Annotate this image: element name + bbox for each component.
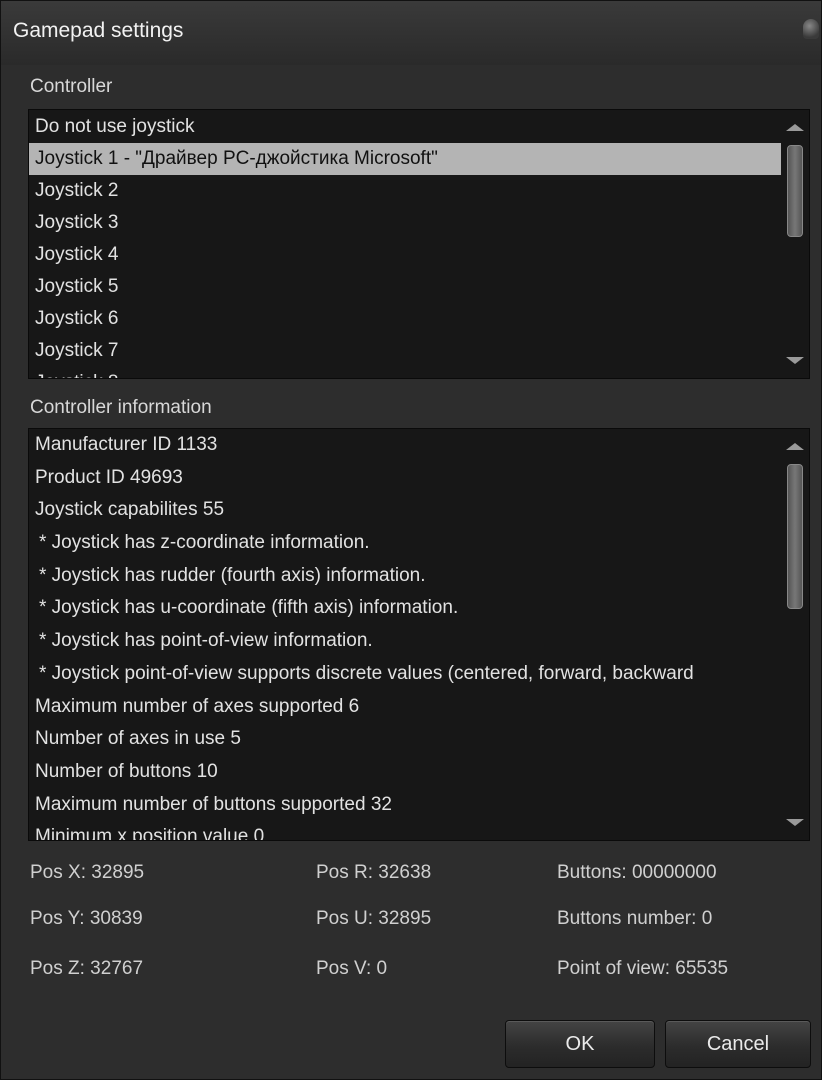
- info-line: Manufacturer ID 1133: [35, 434, 218, 455]
- buttons-number-value: Buttons number: 0: [557, 908, 713, 929]
- list-item[interactable]: Joystick 2: [29, 175, 781, 207]
- list-item[interactable]: Joystick 4: [29, 239, 781, 271]
- pos-r-value: Pos R: 32638: [316, 862, 432, 883]
- window-title: Gamepad settings: [13, 19, 184, 42]
- list-item[interactable]: Joystick 3: [29, 207, 781, 239]
- ok-button[interactable]: OK: [505, 1020, 655, 1068]
- scroll-down-arrow-icon[interactable]: [786, 819, 804, 826]
- point-of-view-value: Point of view: 65535: [557, 958, 729, 979]
- info-line: * Joystick point-of-view supports discre…: [39, 662, 694, 684]
- info-line: * Joystick has point-of-view information…: [39, 630, 373, 652]
- info-line: Product ID 49693: [35, 466, 183, 488]
- pos-y-value: Pos Y: 30839: [30, 908, 143, 929]
- pos-v-value: Pos V: 0: [316, 958, 388, 979]
- list-item[interactable]: Do not use joystick: [29, 111, 781, 143]
- info-line: Joystick capabilites 55: [35, 499, 225, 521]
- info-line: Number of buttons 10: [35, 760, 218, 782]
- info-line: * Joystick has z-coordinate information.: [39, 532, 370, 554]
- list-item[interactable]: Joystick 8: [29, 367, 781, 378]
- controller-info-scrollbar[interactable]: [781, 429, 809, 840]
- controller-info-label: Controller information: [30, 397, 212, 418]
- scroll-thumb[interactable]: [787, 145, 803, 237]
- controller-listbox[interactable]: Do not use joystick Joystick 1 - "Драйве…: [28, 109, 810, 379]
- pos-z-value: Pos Z: 32767: [30, 958, 144, 979]
- controller-info-list: Manufacturer ID 1133 Product ID 49693 Jo…: [29, 429, 781, 840]
- scroll-down-arrow-icon[interactable]: [786, 357, 804, 364]
- scroll-up-arrow-icon[interactable]: [786, 443, 804, 450]
- scroll-thumb[interactable]: [787, 464, 803, 609]
- scroll-up-arrow-icon[interactable]: [786, 124, 804, 131]
- list-item[interactable]: Joystick 6: [29, 303, 781, 335]
- gamepad-settings-dialog: Gamepad settings Controller Do not use j…: [0, 0, 822, 1080]
- cancel-button[interactable]: Cancel: [665, 1020, 811, 1068]
- pos-x-value: Pos X: 32895: [30, 862, 145, 883]
- info-line: Maximum number of axes supported 6: [35, 695, 360, 717]
- title-bar[interactable]: Gamepad settings: [1, 1, 821, 65]
- info-line: * Joystick has rudder (fourth axis) info…: [39, 564, 426, 586]
- buttons-value: Buttons: 00000000: [557, 862, 717, 883]
- controller-list: Do not use joystick Joystick 1 - "Драйве…: [29, 110, 781, 378]
- info-line: * Joystick has u-coordinate (fifth axis)…: [39, 597, 459, 619]
- pos-u-value: Pos U: 32895: [316, 908, 432, 929]
- controller-scrollbar[interactable]: [781, 110, 809, 378]
- window-orb-icon: [803, 19, 819, 39]
- controller-info-box[interactable]: Manufacturer ID 1133 Product ID 49693 Jo…: [28, 428, 810, 841]
- info-line: Maximum number of buttons supported 32: [35, 793, 392, 815]
- list-item[interactable]: Joystick 5: [29, 271, 781, 303]
- list-item-selected[interactable]: Joystick 1 - "Драйвер PC-джойстика Micro…: [29, 143, 781, 175]
- info-line: Number of axes in use 5: [35, 728, 241, 750]
- controller-label: Controller: [30, 76, 113, 97]
- list-item[interactable]: Joystick 7: [29, 335, 781, 367]
- info-line: Minimum x position value 0: [35, 826, 265, 840]
